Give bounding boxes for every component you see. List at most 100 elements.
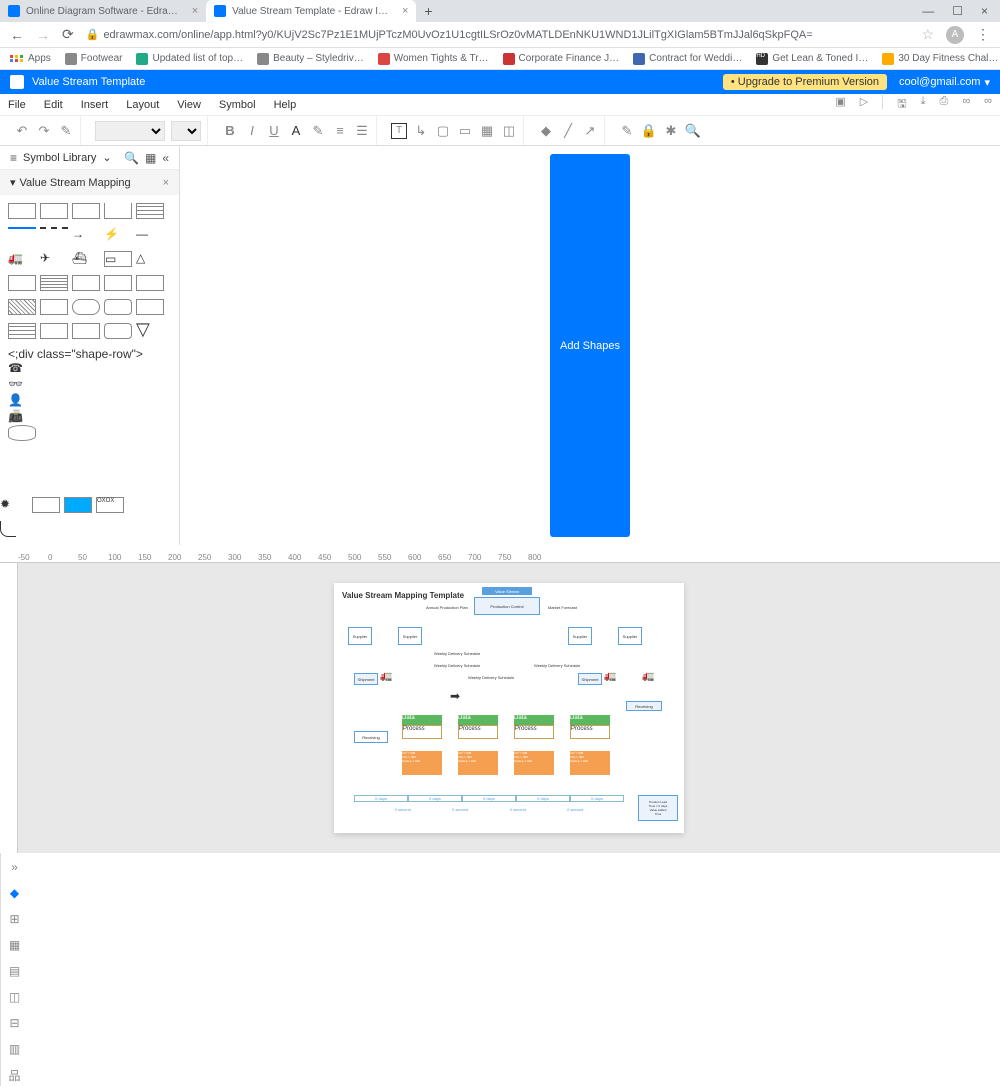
back-icon[interactable]: ← [10,27,24,43]
shape-item[interactable] [8,275,36,291]
menu-edit[interactable]: Edit [44,99,63,111]
vsm-options[interactable]: C/T = 000C/O = 000Uptime = 000 [570,751,610,775]
shape-arrow[interactable]: — [136,227,164,243]
vsm-control-box[interactable]: Production Control [474,597,540,615]
url-field[interactable]: 🔒edrawmax.com/online/app.html?y0/KUjV2Sc… [86,28,910,41]
bookmark-item[interactable]: Women Tights & Tr… [378,53,489,65]
dock-icon[interactable]: ▦ [7,937,23,953]
share-icon[interactable]: ∞ [962,95,970,114]
vsm-options[interactable]: C/T = 000C/O = 000Uptime = 000 [514,751,554,775]
collapse-icon[interactable]: « [162,151,169,165]
chevron-down-icon[interactable]: ▾ [984,76,990,89]
shape-arc[interactable] [0,521,16,537]
shape-cylinder[interactable] [8,425,36,441]
shape-item[interactable] [72,203,100,219]
shape-item[interactable] [32,497,60,513]
save-icon[interactable]: 🖫 [897,95,906,114]
browser-tab-1[interactable]: Value Stream Template - Edraw I… × [206,0,416,22]
shape-item[interactable]: OXOX [96,497,124,513]
shape-screen[interactable]: ▭ [104,251,132,267]
minimize-icon[interactable]: — [922,4,934,18]
bookmark-item[interactable]: Beauty – Styledriv… [257,53,364,65]
vsm-options[interactable]: C/T = 000C/O = 000Uptime = 000 [402,751,442,775]
vsm-top-box[interactable]: Value Stream [482,587,532,595]
font-color-icon[interactable]: A [288,123,304,139]
shape-item[interactable] [8,299,36,315]
shape-person[interactable]: 👤 [8,393,36,409]
shape-arrow[interactable] [40,227,68,243]
underline-icon[interactable]: U [266,123,282,139]
upgrade-button[interactable]: • Upgrade to Premium Version [723,74,887,90]
shape-round-icon[interactable]: ▭ [457,123,473,139]
dock-icon[interactable]: ▥ [7,1041,23,1057]
vsm-receiving[interactable]: Receiving [626,701,662,711]
search-icon[interactable]: 🔍 [124,151,139,165]
shape-item[interactable] [72,299,100,315]
canvas[interactable]: Value Stream Mapping Template Value Stre… [18,563,1000,853]
star-icon[interactable]: ☆ [921,26,934,43]
vsm-shipment[interactable]: Shipment [354,673,378,685]
list-icon[interactable]: ☰ [354,123,370,139]
vsm-options[interactable]: C/T = 000C/O = 000Uptime = 000 [458,751,498,775]
font-family-select[interactable] [95,121,165,141]
shape-arrow[interactable]: → [72,227,100,243]
edit-icon[interactable]: ✎ [619,123,635,139]
bold-icon[interactable]: B [222,123,238,139]
shape-triangle[interactable]: ▽ [136,323,164,339]
apps-icon[interactable]: Apps [10,53,51,64]
shape-item[interactable] [136,275,164,291]
bookmark-item[interactable]: Updated list of top… [136,53,243,65]
shape-lightning[interactable]: ⚡ [104,227,132,243]
grid-icon[interactable]: ▦ [145,151,156,165]
shape-phone[interactable]: ☎ [8,361,36,377]
shape-item[interactable] [104,275,132,291]
cloud-icon[interactable]: ∞ [984,95,992,114]
vsm-supplier[interactable]: Supplier [568,627,592,645]
shape-item[interactable] [136,203,164,219]
highlight-icon[interactable]: ✎ [310,123,326,139]
lock-icon[interactable]: 🔒 [641,123,657,139]
vsm-lead-box[interactable]: Product LeadTime = 0 daysValue AddedTime [638,795,678,821]
italic-icon[interactable]: I [244,123,260,139]
shape-burst[interactable]: ✹ [0,497,28,513]
shape-item[interactable] [40,203,68,219]
theme-icon[interactable]: ◆ [7,885,23,901]
vsm-process-block[interactable]: DataProcess [458,715,498,739]
export-icon[interactable]: ⤓ [921,95,926,114]
play-icon[interactable]: ▷ [860,95,868,114]
forward-icon[interactable]: → [36,27,50,43]
vsm-shipment[interactable]: Shipment [578,673,602,685]
reload-icon[interactable]: ⟳ [62,26,74,43]
menu-layout[interactable]: Layout [126,99,159,111]
fill-icon[interactable]: ◆ [538,123,554,139]
vsm-supplier[interactable]: Supplier [618,627,642,645]
menu-icon[interactable]: ⋮ [976,26,990,43]
shape-item[interactable] [104,299,132,315]
dock-icon[interactable]: ◫ [7,989,23,1005]
browser-tab-0[interactable]: Online Diagram Software - Edra… × [0,0,206,22]
vsm-supplier[interactable]: Supplier [348,627,372,645]
connector-icon[interactable]: ↳ [413,123,429,139]
bookmark-item[interactable]: 30 Day Fitness Chal… [882,53,998,65]
menu-view[interactable]: View [177,99,201,111]
format-painter-icon[interactable]: ✎ [58,123,74,139]
print-icon[interactable]: ⎙ [940,95,949,114]
shape-glasses[interactable]: 👓 [8,377,36,393]
shape-arrow[interactable] [8,227,36,243]
undo-icon[interactable]: ↶ [14,123,30,139]
menu-help[interactable]: Help [274,99,297,111]
shape-item[interactable] [8,203,36,219]
chevron-down-icon[interactable]: ⌄ [102,151,111,164]
bookmark-item[interactable]: Corporate Finance J… [503,53,620,65]
close-icon[interactable]: × [402,5,408,17]
user-email[interactable]: cool@gmail.com [899,76,980,88]
add-shapes-button[interactable]: Add Shapes [550,154,630,537]
settings-icon[interactable]: ✱ [663,123,679,139]
shape-item[interactable] [72,275,100,291]
shape-item[interactable] [40,275,68,291]
arrow-style-icon[interactable]: ↗ [582,123,598,139]
avatar[interactable]: A [946,26,964,44]
bookmark-item[interactable]: Contract for Weddi… [633,53,742,65]
shape-item[interactable] [64,497,92,513]
shape-item[interactable] [136,299,164,315]
